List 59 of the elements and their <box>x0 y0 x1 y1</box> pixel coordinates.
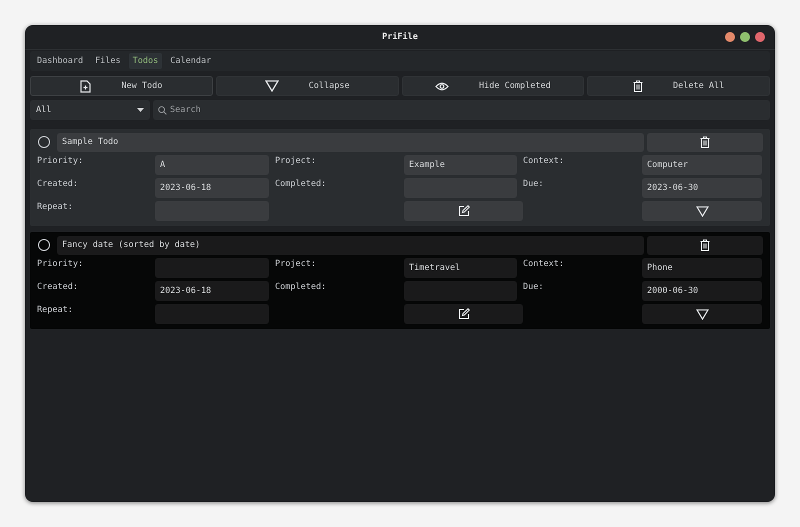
field-label: Priority: <box>37 258 84 271</box>
close-button[interactable] <box>755 32 765 42</box>
filter-dropdown[interactable]: All <box>30 100 150 120</box>
title-field[interactable]: Fancy date (sorted by date) <box>57 236 644 254</box>
checkbox[interactable] <box>38 136 50 148</box>
tab[interactable]: Dashboard <box>33 52 88 70</box>
trash-icon <box>633 80 644 92</box>
field-label: Completed: <box>275 281 328 294</box>
input-field[interactable]: Phone <box>642 258 762 278</box>
input-field[interactable]: 2023-06-30 <box>642 178 762 198</box>
eye-icon <box>435 82 450 90</box>
collapse-button[interactable]: Collapse <box>216 76 398 96</box>
triangle-icon <box>264 80 279 92</box>
checkbox[interactable] <box>38 239 50 251</box>
field-label: Context: <box>523 258 565 271</box>
caret-icon <box>137 108 144 112</box>
search-icon <box>158 106 167 115</box>
maximize-button[interactable] <box>740 32 750 42</box>
field-label: Project: <box>275 155 317 168</box>
new-todo-button[interactable]: New Todo <box>30 76 213 96</box>
input-field[interactable]: Computer <box>642 155 762 175</box>
todo-card[interactable]: Sample Todo Priority: A Project: Example Context: Computer Created: 2023-06-18 Completed: Due: 2023-06-30 Repeat: <box>30 129 770 226</box>
input-field[interactable]: 2000-06-30 <box>642 281 762 301</box>
triangle-icon <box>696 308 708 320</box>
field-label: Priority: <box>37 155 84 168</box>
input-field[interactable]: 2023-06-18 <box>155 281 269 301</box>
window-title: PriFile <box>382 30 418 44</box>
field-label: Due: <box>523 281 544 294</box>
edit-button[interactable] <box>404 304 523 324</box>
edit-button[interactable] <box>404 201 523 221</box>
trash-icon <box>700 136 710 148</box>
edit-icon <box>458 205 470 217</box>
title-field[interactable]: Sample Todo <box>57 132 644 152</box>
field-label: Repeat: <box>37 304 74 317</box>
tab[interactable]: Calendar <box>166 52 216 70</box>
field-label: Due: <box>523 178 544 191</box>
field-label: Created: <box>37 281 79 294</box>
file-plus-icon <box>80 80 92 92</box>
delete-button[interactable] <box>647 236 763 254</box>
field-label: Created: <box>37 178 79 191</box>
field-label: Completed: <box>275 178 328 191</box>
tab[interactable]: Todos <box>128 52 162 70</box>
input-field[interactable]: Timetravel <box>404 258 517 278</box>
todo-card[interactable]: Fancy date (sorted by date) Priority: Project: Timetravel Context: Phone Created: 2023-06-18 Completed: Due: 2000-06-30 Repeat: <box>30 232 770 329</box>
tab[interactable]: Files <box>91 52 125 70</box>
field-label: Repeat: <box>37 201 74 214</box>
delete-button[interactable] <box>647 132 763 152</box>
triangle-icon <box>696 206 708 216</box>
input-field[interactable]: Example <box>404 155 517 175</box>
minimize-button[interactable] <box>725 32 735 42</box>
input-field[interactable]: 2023-06-18 <box>155 178 269 198</box>
field-label: Project: <box>275 258 317 271</box>
trash-icon <box>700 239 710 251</box>
hide-completed-button[interactable]: Hide Completed <box>402 76 584 96</box>
field-label: Context: <box>523 155 565 168</box>
delete-all-button[interactable]: Delete All <box>587 76 770 96</box>
edit-icon <box>458 308 470 320</box>
input-field[interactable]: A <box>155 155 269 175</box>
search-field[interactable]: Search <box>153 100 770 120</box>
